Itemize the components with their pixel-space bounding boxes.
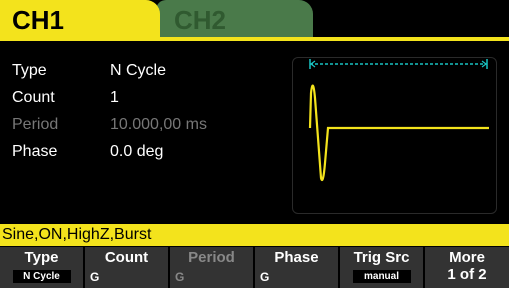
softkey-period[interactable]: Period G: [170, 247, 253, 288]
rotary-knob-icon: G: [260, 270, 270, 284]
softkey-bar: Type N Cycle Count G Period G Phase G Tr…: [0, 246, 509, 288]
param-count-value: 1: [110, 89, 119, 106]
param-count-row: Count 1: [12, 89, 272, 115]
param-type-row: Type N Cycle: [12, 62, 272, 88]
tab-ch2[interactable]: CH2: [156, 0, 313, 38]
rotary-knob-icon: G: [90, 270, 100, 284]
burst-waveform: [308, 84, 489, 182]
period-marker: [309, 59, 488, 69]
softkey-count[interactable]: Count G: [85, 247, 168, 288]
param-period-value: 10.000,00 ms: [110, 116, 207, 133]
softkey-phase-label: Phase: [274, 249, 319, 266]
softkey-type-value: N Cycle: [12, 270, 71, 283]
softkey-type-label: Type: [24, 249, 59, 266]
rotary-knob-icon: G: [175, 270, 185, 284]
param-phase-row: Phase 0.0 deg: [12, 143, 272, 169]
status-bar: Sine,ON,HighZ,Burst: [0, 224, 509, 246]
softkey-period-label: Period: [188, 249, 235, 266]
softkey-trig-src-label: Trig Src: [353, 249, 410, 266]
softkey-trig-src[interactable]: Trig Src manual: [340, 247, 423, 288]
waveform-graphic: [308, 59, 489, 182]
param-period-label: Period: [12, 116, 59, 133]
param-type-label: Type: [12, 62, 47, 79]
tab-ch1[interactable]: CH1: [0, 0, 160, 38]
waveform-preview: [292, 57, 497, 214]
softkey-phase[interactable]: Phase G: [255, 247, 338, 288]
softkey-type[interactable]: Type N Cycle: [0, 247, 83, 288]
tab-underline: [0, 37, 509, 41]
param-type-value: N Cycle: [110, 62, 167, 79]
softkey-trig-src-value: manual: [352, 270, 411, 283]
param-period-row: Period 10.000,00 ms: [12, 116, 272, 142]
param-phase-label: Phase: [12, 143, 58, 160]
param-phase-value: 0.0 deg: [110, 143, 164, 160]
softkey-more-page: 1 of 2: [447, 266, 487, 283]
softkey-more[interactable]: More 1 of 2: [425, 247, 509, 288]
param-count-label: Count: [12, 89, 55, 106]
softkey-more-label: More: [449, 249, 485, 266]
softkey-count-label: Count: [104, 249, 149, 266]
